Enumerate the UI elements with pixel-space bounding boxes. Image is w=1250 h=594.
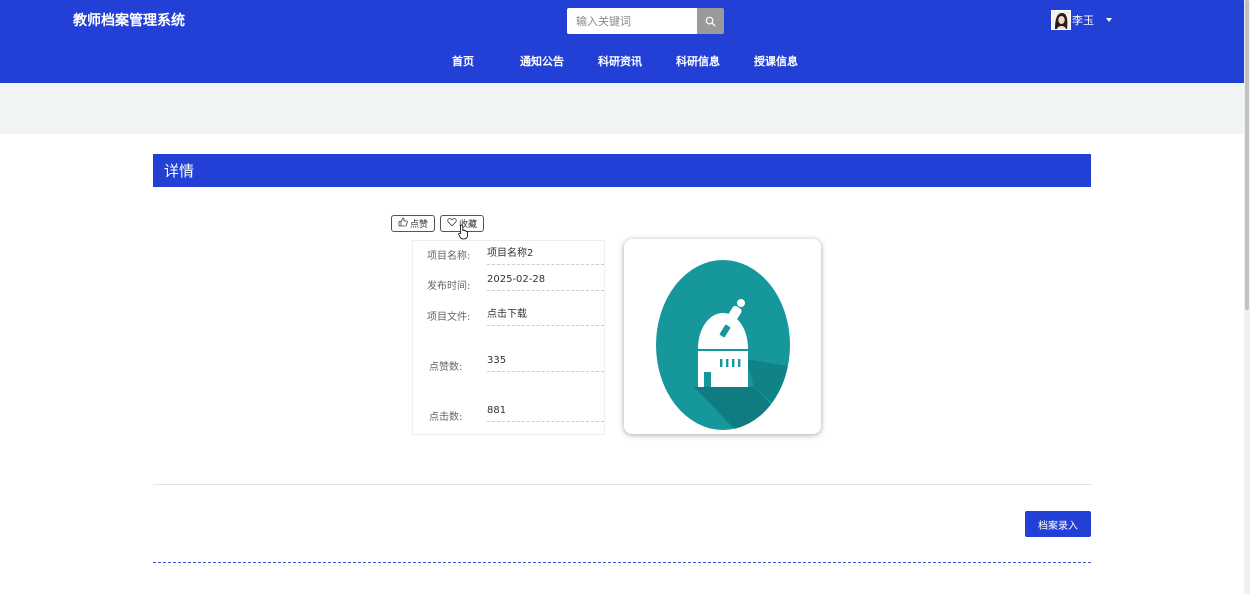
main-nav: 首页 通知公告 科研资讯 科研信息 授课信息	[0, 52, 1244, 72]
chevron-down-icon	[1106, 18, 1112, 22]
search-input[interactable]	[567, 8, 697, 34]
page-title: 详情	[164, 162, 195, 180]
nav-item-teaching-info[interactable]: 授课信息	[754, 52, 798, 72]
field-value: 881	[487, 405, 604, 422]
field-label: 发布时间:	[427, 281, 471, 292]
field-value: 335	[487, 355, 604, 372]
search-box	[567, 8, 724, 34]
site-title: 教师档案管理系统	[73, 13, 185, 29]
field-value: 项目名称2	[487, 244, 604, 265]
field-label: 项目文件:	[427, 312, 471, 323]
search-icon	[705, 12, 716, 31]
divider	[153, 484, 1091, 485]
banner	[0, 83, 1244, 134]
field-label: 项目名称:	[427, 251, 471, 262]
user-menu[interactable]: 李玉	[1051, 10, 1112, 30]
scrollbar-thumb[interactable]	[1245, 0, 1249, 310]
scrollbar[interactable]	[1244, 0, 1250, 594]
observatory-icon	[624, 260, 821, 438]
hand-cursor-icon	[458, 224, 470, 244]
download-link[interactable]: 点击下载	[487, 305, 604, 326]
thumbs-up-icon	[398, 217, 410, 230]
nav-item-research-info[interactable]: 科研信息	[676, 52, 720, 72]
search-button[interactable]	[697, 8, 724, 34]
like-button[interactable]: 点赞	[391, 215, 435, 232]
field-value: 2025-02-28	[487, 274, 604, 291]
dashed-divider	[153, 562, 1091, 563]
avatar	[1051, 10, 1071, 30]
info-card: 项目名称: 项目名称2 发布时间: 2025-02-28 项目文件: 点击下载 …	[412, 240, 605, 435]
top-header: 教师档案管理系统 李玉 首页 通知公告 科研资讯 科研信	[0, 0, 1244, 83]
like-label: 点赞	[410, 220, 429, 230]
user-name: 李玉	[1072, 14, 1094, 27]
field-label: 点赞数:	[429, 362, 463, 373]
project-image	[624, 239, 821, 434]
detail-section-header: 详情	[153, 154, 1091, 187]
field-label: 点击数:	[429, 412, 463, 423]
archive-entry-button[interactable]: 档案录入	[1025, 511, 1091, 537]
nav-item-notices[interactable]: 通知公告	[520, 52, 564, 72]
nav-item-home[interactable]: 首页	[452, 52, 474, 72]
nav-item-research-news[interactable]: 科研资讯	[598, 52, 642, 72]
